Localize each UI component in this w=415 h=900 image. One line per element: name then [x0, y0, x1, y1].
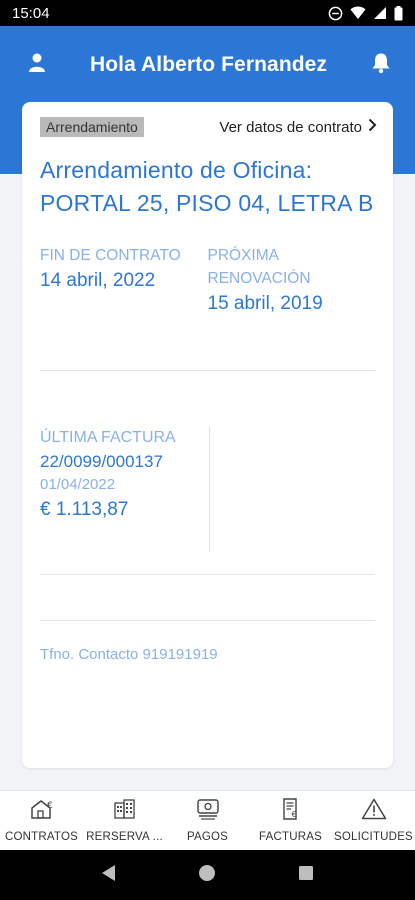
contact-phone[interactable]: Tfno. Contacto 919191919 — [40, 646, 218, 663]
invoice-icon: € — [278, 798, 304, 825]
renewal-date-label: PRÓXIMA RENOVACIÓN — [207, 247, 311, 287]
profile-icon[interactable] — [28, 53, 46, 78]
last-invoice-label: ÚLTIMA FACTURA — [40, 429, 176, 446]
building-icon — [112, 798, 138, 825]
contract-dates: FIN DE CONTRATO 14 abril, 2022 PRÓXIMA R… — [22, 220, 393, 316]
invoice-number: 22/0099/000137 — [40, 452, 163, 471]
divider — [40, 620, 375, 621]
renewal-date-block: PRÓXIMA RENOVACIÓN 15 abril, 2019 — [208, 244, 376, 316]
end-date-value: 14 abril, 2022 — [40, 270, 156, 291]
system-nav-bar — [0, 850, 415, 900]
nav-pagos-label: PAGOS — [186, 831, 229, 843]
recents-icon[interactable] — [298, 865, 314, 886]
divider — [40, 370, 375, 371]
nav-facturas-label: FACTURAS — [259, 831, 322, 843]
end-date-label: FIN DE CONTRATO — [40, 247, 181, 264]
contract-card[interactable]: Arrendamiento Ver datos de contrato Arre… — [22, 102, 393, 768]
nav-pagos[interactable]: PAGOS — [166, 791, 249, 850]
status-time: 15:04 — [12, 4, 50, 22]
do-not-disturb-icon — [328, 6, 343, 21]
back-icon[interactable] — [101, 864, 117, 887]
status-bar: 15:04 — [0, 0, 415, 26]
renewal-date-value: 15 abril, 2019 — [207, 293, 323, 314]
chevron-right-icon — [368, 118, 377, 136]
bell-icon[interactable] — [371, 52, 391, 79]
warning-icon — [361, 798, 387, 825]
end-date-block: FIN DE CONTRATO 14 abril, 2022 — [40, 244, 208, 316]
last-invoice-block[interactable]: ÚLTIMA FACTURA 22/0099/000137 01/04/2022… — [40, 426, 210, 552]
view-contract-label: Ver datos de contrato — [219, 118, 362, 136]
signal-icon — [373, 6, 387, 20]
view-contract-link[interactable]: Ver datos de contrato — [219, 118, 377, 136]
divider — [40, 574, 375, 575]
svg-text:€: € — [47, 801, 53, 811]
nav-reserva-label: RERSERVA ... — [86, 831, 163, 843]
greeting-title: Hola Alberto Fernandez — [89, 53, 328, 76]
status-icons — [328, 5, 403, 21]
invoice-date: 01/04/2022 — [40, 476, 116, 493]
battery-icon — [394, 5, 403, 21]
nav-contratos-label: CONTRATOS — [5, 831, 78, 843]
house-euro-icon: € — [29, 798, 55, 825]
nav-solicitudes-label: SOLICITUDES — [334, 831, 413, 843]
nav-contratos[interactable]: € CONTRATOS — [0, 791, 83, 850]
nav-reserva[interactable]: RERSERVA ... — [83, 791, 166, 850]
contract-title: Arrendamiento de Oficina: PORTAL 25, PIS… — [40, 157, 374, 216]
nav-facturas[interactable]: € FACTURAS — [249, 791, 332, 850]
payment-icon — [195, 798, 221, 825]
nav-solicitudes[interactable]: SOLICITUDES — [332, 791, 415, 850]
svg-text:€: € — [291, 810, 296, 819]
home-icon[interactable] — [198, 864, 216, 887]
bottom-nav: € CONTRATOS RERSERVA ... PAGOS € FACTURA… — [0, 790, 415, 850]
contract-type-badge: Arrendamiento — [40, 117, 144, 137]
wifi-icon — [350, 6, 366, 20]
invoice-amount: € 1.113,87 — [40, 499, 129, 520]
